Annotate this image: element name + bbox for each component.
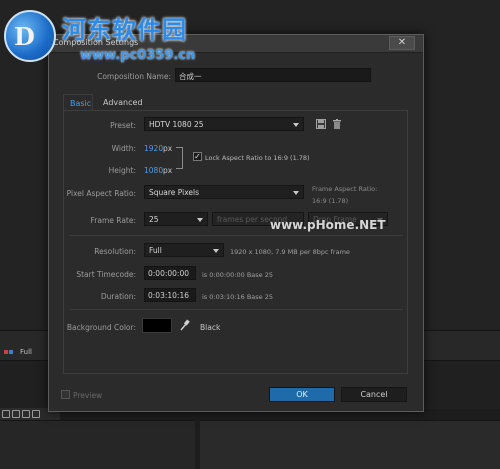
duration-value: 0:03:10:16 [148,291,189,300]
ok-button[interactable]: OK [269,387,335,402]
tab-advanced-label: Advanced [103,98,143,107]
frame-rate-value: 25 [149,215,159,224]
chevron-down-icon [213,249,219,253]
close-button[interactable]: ✕ [389,36,415,50]
resolution-info: 1920 x 1080, 7.9 MB per 8bpc frame [230,248,350,256]
height-label: Height: [108,166,136,175]
panel-resolution-label[interactable]: Full [20,348,32,356]
cancel-button[interactable]: Cancel [341,387,407,402]
width-label: Width: [111,144,136,153]
resolution-value: Full [149,246,162,255]
tab-basic[interactable]: Basic [63,94,93,111]
composition-name-input[interactable]: 合成一 [175,68,371,82]
duration-input[interactable]: 0:03:10:16 [144,288,196,302]
toolbar-icon-2[interactable] [12,410,20,418]
cancel-button-label: Cancel [360,390,388,399]
lock-aspect-checkbox[interactable]: ✓ [193,152,202,161]
ok-button-label: OK [296,390,308,399]
frame-rate-label: Frame Rate: [90,216,136,225]
height-value[interactable]: 1080 [144,166,163,175]
width-unit: px [163,144,173,153]
toolbar-icon-3[interactable] [22,410,30,418]
frame-aspect-value: 16:9 (1.78) [312,197,349,205]
frame-aspect-label: Frame Aspect Ratio: [312,185,378,193]
chevron-down-icon [293,191,299,195]
watermark-title: 河东软件园 [62,15,187,44]
composition-name-label: Composition Name: [97,72,171,81]
start-timecode-input[interactable]: 0:00:00:00 [144,266,196,280]
watermark-url: www.pc0359.cn [80,48,196,63]
width-value[interactable]: 1920 [144,144,163,153]
preview-checkbox[interactable] [61,390,70,399]
composition-name-value: 合成一 [179,72,202,81]
lock-aspect-label: Lock Aspect Ratio to 16:9 (1.78) [205,154,310,162]
watermark-logo: D [4,10,56,62]
tab-basic-label: Basic [70,99,92,108]
preset-label: Preset: [110,121,136,130]
pixel-aspect-label: Pixel Aspect Ratio: [66,189,136,198]
close-icon: ✕ [397,37,407,48]
start-timecode-value: 0:00:00:00 [148,269,189,278]
preview-label: Preview [73,391,103,400]
watermark-logo-glyph: D [14,22,35,51]
panel-flow-icon [4,348,14,354]
lock-aspect-bracket-icon [176,147,183,169]
height-unit: px [163,166,173,175]
duration-info: is 0:03:10:16 Base 25 [202,293,274,301]
watermark-overlay-text: www.pHome.NET [270,218,386,232]
divider [70,309,403,310]
background-color-name: Black [200,323,221,332]
preset-dropdown[interactable]: HDTV 1080 25 [144,117,304,131]
background-color-label: Background Color: [66,323,136,332]
app-timeline-panel [200,420,500,469]
preset-value: HDTV 1080 25 [149,120,204,129]
resolution-dropdown[interactable]: Full [144,243,224,257]
divider [70,235,403,236]
basic-settings-panel: Preset: HDTV 1080 25 Width: 1920 px ✓ Lo… [63,110,408,374]
chevron-down-icon [197,218,203,222]
pixel-aspect-dropdown[interactable]: Square Pixels [144,185,304,199]
eyedropper-icon[interactable] [180,319,190,331]
toolbar-icon-4[interactable] [32,410,40,418]
start-timecode-info: is 0:00:00:00 Base 25 [202,271,274,279]
chevron-down-icon [293,123,299,127]
frame-rate-dropdown[interactable]: 25 [144,212,208,226]
save-preset-icon[interactable] [316,119,326,129]
duration-label: Duration: [100,292,136,301]
pixel-aspect-value: Square Pixels [149,188,200,197]
tab-advanced[interactable]: Advanced [97,94,145,111]
start-timecode-label: Start Timecode: [76,270,136,279]
background-color-swatch[interactable] [142,318,172,333]
check-icon: ✓ [194,152,201,161]
app-layer-panel [0,420,195,469]
delete-preset-icon[interactable] [332,119,342,129]
resolution-label: Resolution: [94,247,136,256]
toolbar-icon-1[interactable] [2,410,10,418]
